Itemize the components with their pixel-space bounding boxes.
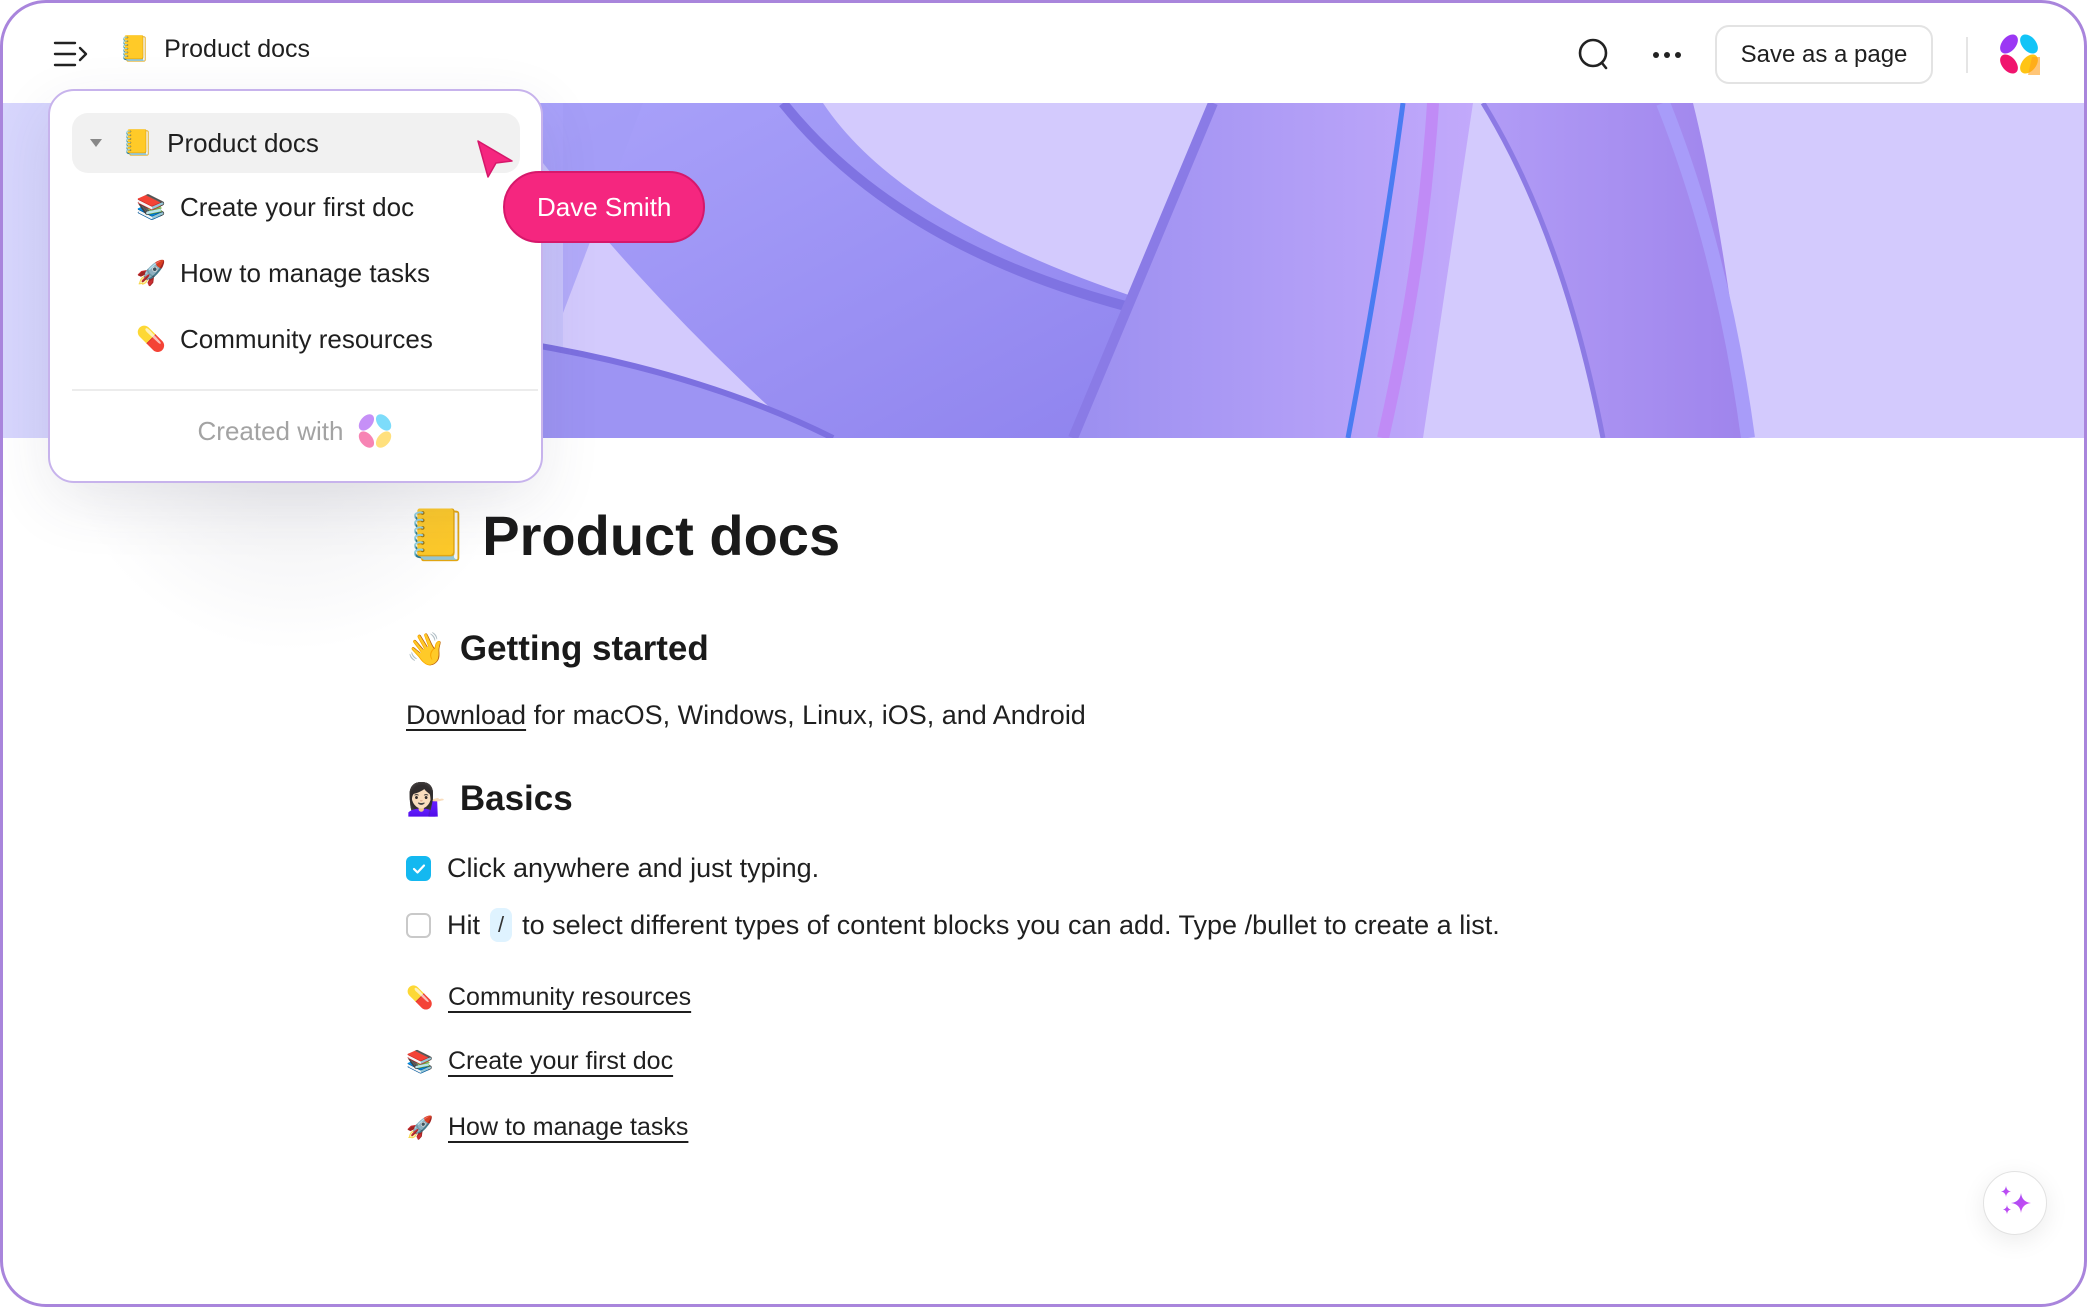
tree-item-label: Create your first doc <box>180 191 415 222</box>
tree-item-community-resources[interactable]: 💊 Community resources <box>136 314 433 364</box>
heading-getting-started[interactable]: 👋 Getting started <box>406 629 709 669</box>
pill-icon: 💊 <box>136 325 166 353</box>
page-link: 📚 Create your first doc <box>406 1047 673 1076</box>
todo-item: Click anywhere and just typing. <box>406 853 819 884</box>
page-link-create-your-first-doc[interactable]: Create your first doc <box>448 1047 673 1076</box>
todo-text[interactable]: to select different types of content blo… <box>522 910 1500 941</box>
caret-down-icon[interactable] <box>90 139 102 147</box>
collaborator-name-tag: Dave Smith <box>503 171 706 243</box>
slash-command-chip: / <box>490 908 513 942</box>
more-horizontal-icon <box>1653 52 1681 58</box>
tree-item-how-to-manage-tasks[interactable]: 🚀 How to manage tasks <box>136 248 430 298</box>
tree-item-product-docs[interactable]: 📒 Product docs <box>72 113 520 173</box>
todo-checkbox-unchecked[interactable] <box>406 912 431 938</box>
page-link: 💊 Community resources <box>406 983 691 1012</box>
search-button[interactable] <box>1573 33 1617 77</box>
rocket-icon: 🚀 <box>136 259 166 287</box>
page-tree-popover: 📒 Product docs 📚 Create your first doc 🚀… <box>48 89 543 483</box>
notebook-icon: 📒 <box>406 507 469 563</box>
breadcrumb-label: Product docs <box>164 35 311 63</box>
person-tipping-hand-icon: 💁🏻‍♀️ <box>406 781 446 817</box>
todo-item: Hit / to select different types of conte… <box>406 908 1500 942</box>
notebook-icon: 📒 <box>119 35 151 63</box>
tree-item-create-your-first-doc[interactable]: 📚 Create your first doc <box>136 182 414 232</box>
app-logo[interactable] <box>1998 33 2040 75</box>
more-options-button[interactable] <box>1645 33 1689 77</box>
checkmark-icon <box>412 863 425 874</box>
collaborator-cursor-icon <box>477 140 513 178</box>
page-title-text: Product docs <box>482 504 841 567</box>
page-title[interactable]: 📒 Product docs <box>406 503 840 568</box>
breadcrumb[interactable]: 📒 Product docs <box>119 35 310 64</box>
download-link[interactable]: Download <box>406 700 526 730</box>
todo-checkbox-checked[interactable] <box>406 856 431 881</box>
page-link-community-resources[interactable]: Community resources <box>448 983 691 1012</box>
heading-text: Getting started <box>459 629 709 668</box>
download-paragraph: Download for macOS, Windows, Linux, iOS,… <box>406 700 1086 731</box>
app-window: 📒 Product docs Save as a page 📒 Product … <box>0 0 2087 1307</box>
page-link-how-to-manage-tasks[interactable]: How to manage tasks <box>448 1113 688 1142</box>
tree-item-label: Product docs <box>167 127 319 158</box>
toolbar-divider <box>1966 37 1968 73</box>
heading-text: Basics <box>459 779 573 818</box>
created-with-footer[interactable]: Created with <box>50 413 541 449</box>
books-icon: 📚 <box>406 1048 434 1074</box>
sparkles-icon <box>2001 1186 2031 1214</box>
save-as-page-button[interactable]: Save as a page <box>1715 25 1933 84</box>
created-with-label: Created with <box>197 415 344 446</box>
ai-assistant-button[interactable] <box>1983 1171 2047 1235</box>
waving-hand-icon: 👋 <box>406 631 446 667</box>
search-icon <box>1578 38 1608 70</box>
download-paragraph-text: for macOS, Windows, Linux, iOS, and Andr… <box>526 700 1086 730</box>
app-logo-icon <box>2000 34 2040 75</box>
popover-divider <box>72 389 538 391</box>
notebook-icon: 📒 <box>122 128 154 157</box>
sidebar-toggle-icon <box>53 41 88 67</box>
todo-text[interactable]: Click anywhere and just typing. <box>447 853 819 884</box>
page-link: 🚀 How to manage tasks <box>406 1113 688 1142</box>
app-logo-icon <box>359 414 392 448</box>
books-icon: 📚 <box>136 193 166 221</box>
rocket-icon: 🚀 <box>406 1114 434 1140</box>
heading-basics[interactable]: 💁🏻‍♀️ Basics <box>406 779 573 819</box>
sidebar-toggle-button[interactable] <box>53 39 89 69</box>
tree-item-label: Community resources <box>180 323 433 354</box>
pill-icon: 💊 <box>406 984 434 1010</box>
tree-item-label: How to manage tasks <box>180 257 431 288</box>
top-bar: 📒 Product docs Save as a page <box>3 3 2084 103</box>
todo-prefix: Hit <box>447 909 480 940</box>
